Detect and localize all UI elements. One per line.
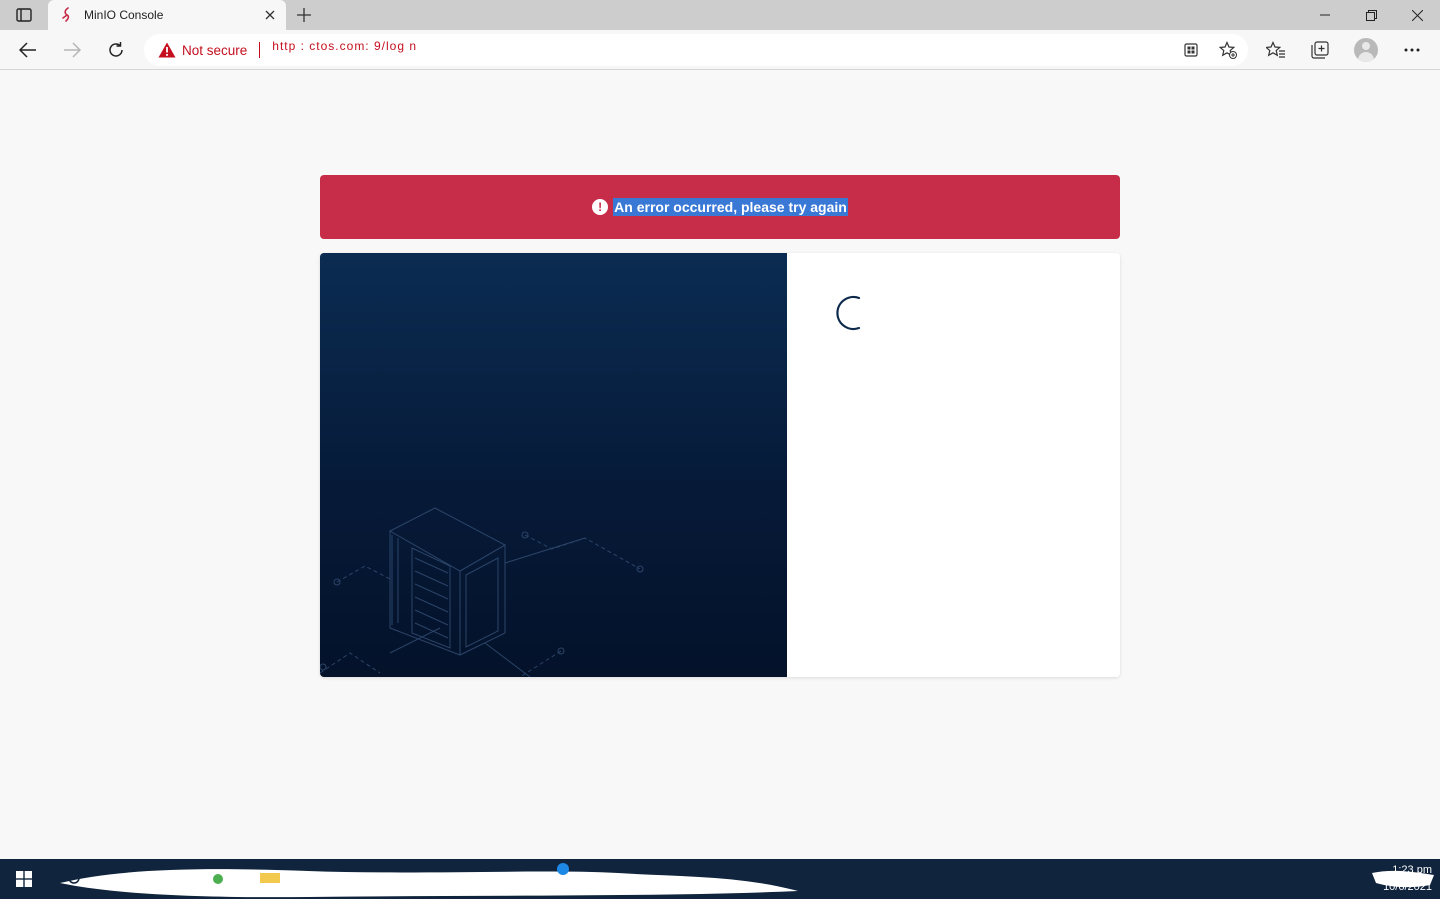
address-bar[interactable]: Not secure http : ctos.com: 9/log n: [144, 34, 1248, 66]
arrow-left-icon: [19, 42, 36, 58]
login-hero-panel: [320, 253, 787, 677]
clock-date: 10/6/2021: [1383, 881, 1432, 893]
url-text[interactable]: http : ctos.com: 9/log n: [272, 39, 417, 53]
windows-taskbar: 1:23 pm 10/6/2021: [0, 859, 1440, 899]
loading-spinner-icon: [836, 295, 861, 331]
windows-logo-icon: [16, 871, 32, 887]
browser-toolbar: Not secure http : ctos.com: 9/log n: [0, 30, 1440, 70]
error-exclamation-icon: !: [592, 199, 609, 215]
arrow-right-icon: [64, 42, 81, 58]
login-card: [320, 253, 1120, 677]
restore-icon: [1365, 9, 1377, 21]
warning-triangle-icon: [158, 42, 176, 58]
error-message: An error occurred, please try again: [613, 198, 848, 216]
start-button[interactable]: [0, 859, 48, 899]
url-redaction: [564, 40, 664, 64]
favorites-icon[interactable]: [1264, 39, 1288, 61]
taskbar-clock[interactable]: 1:23 pm 10/6/2021: [1383, 862, 1432, 896]
server-illustration: [320, 507, 644, 677]
collections-icon[interactable]: [1308, 39, 1332, 61]
new-tab-button[interactable]: [290, 3, 318, 27]
login-form-pane: [787, 253, 1120, 677]
not-secure-label[interactable]: Not secure: [182, 43, 247, 58]
window-controls: [1302, 0, 1440, 30]
browser-tab-active[interactable]: MinIO Console: [48, 0, 286, 30]
plus-icon: [297, 8, 311, 22]
tab-actions-button[interactable]: [10, 5, 38, 25]
clock-time: 1:23 pm: [1392, 864, 1432, 876]
close-window-button[interactable]: [1394, 0, 1440, 30]
refresh-button[interactable]: [100, 34, 132, 66]
tab-actions-icon: [16, 8, 32, 22]
restore-button[interactable]: [1348, 0, 1394, 30]
tab-close-icon[interactable]: [258, 3, 282, 27]
forward-button[interactable]: [56, 34, 88, 66]
error-banner: ! An error occurred, please try again: [320, 175, 1120, 239]
minimize-icon: [1320, 14, 1330, 16]
minio-favicon-icon: [60, 7, 74, 23]
close-icon: [1411, 9, 1423, 21]
more-options-icon[interactable]: [1400, 39, 1424, 61]
taskbar-apps-redaction: [60, 863, 798, 898]
back-button[interactable]: [12, 34, 44, 66]
address-separator: [259, 42, 261, 58]
browser-tab-strip: MinIO Console: [0, 0, 1440, 30]
profile-avatar[interactable]: [1354, 38, 1378, 62]
add-favorite-star-icon[interactable]: [1217, 40, 1239, 60]
app-available-icon[interactable]: [1180, 40, 1202, 60]
refresh-icon: [109, 42, 123, 57]
tab-title: MinIO Console: [84, 8, 164, 22]
minimize-button[interactable]: [1302, 0, 1348, 30]
